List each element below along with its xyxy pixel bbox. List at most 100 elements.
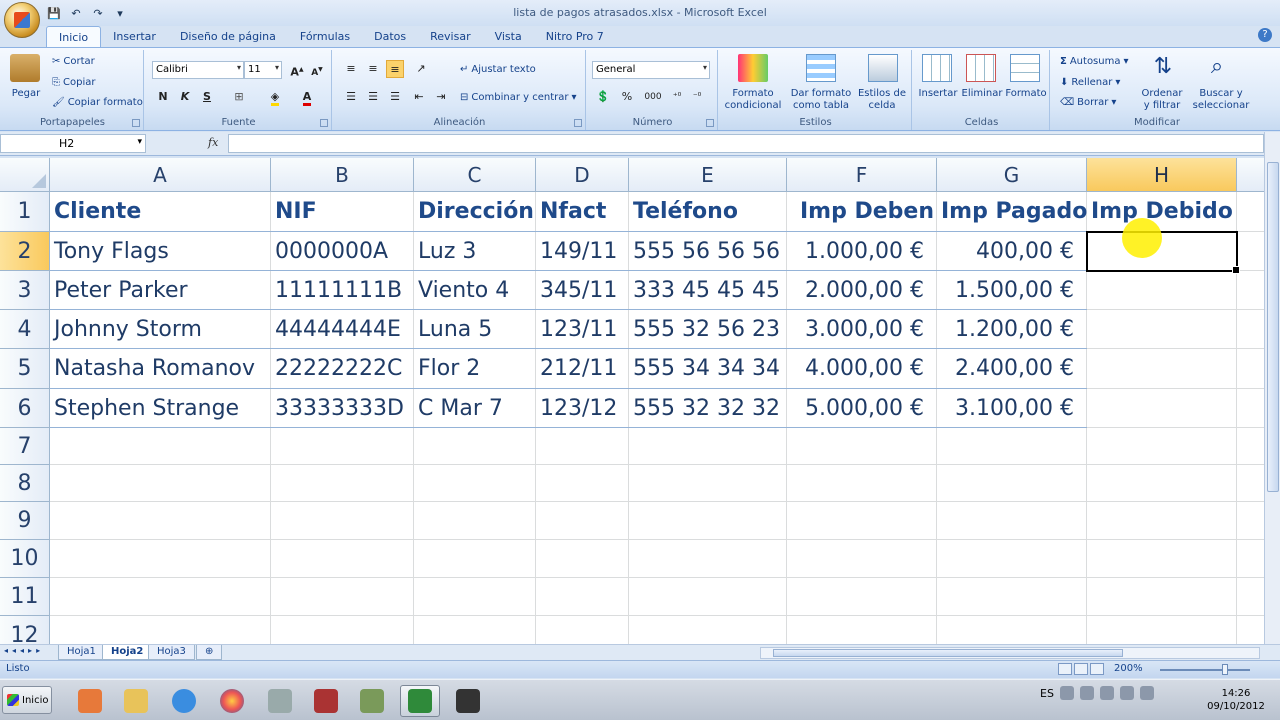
taskbar-app[interactable]	[352, 685, 392, 717]
format-cells-icon[interactable]	[1010, 54, 1040, 82]
column-header-g[interactable]: G	[937, 158, 1087, 192]
vertical-scroll-thumb[interactable]	[1267, 162, 1279, 492]
table-cell[interactable]	[50, 540, 271, 578]
merge-center-button[interactable]: ⊟ Combinar y centrar ▾	[460, 92, 577, 103]
table-header-cell[interactable]: Nfact	[536, 192, 629, 232]
row-header-12[interactable]: 12	[0, 616, 50, 644]
insert-function-icon[interactable]: fx	[208, 136, 218, 149]
clear-button[interactable]: ⌫ Borrar ▾	[1060, 97, 1116, 108]
table-cell[interactable]	[414, 502, 536, 540]
table-cell[interactable]: Luz 3	[414, 232, 536, 271]
table-cell[interactable]	[937, 578, 1087, 616]
currency-icon[interactable]: 💲	[594, 88, 612, 106]
format-painter-button[interactable]: 🖌 Copiar formato	[52, 97, 143, 108]
row-header-1[interactable]: 1	[0, 192, 50, 232]
tab-datos[interactable]: Datos	[362, 26, 418, 48]
grid-cell[interactable]	[1237, 502, 1264, 540]
table-cell[interactable]: Peter Parker	[50, 271, 271, 310]
insert-cells-button[interactable]: Insertar	[916, 88, 960, 100]
sheet-tab-hoja3[interactable]: Hoja3	[148, 645, 195, 660]
taskbar-firefox[interactable]	[212, 685, 252, 717]
table-cell[interactable]: 33333333D	[271, 389, 414, 428]
table-cell[interactable]: 1.200,00 €	[937, 310, 1087, 349]
shrink-font-icon[interactable]: A▼	[308, 61, 326, 79]
row-header-9[interactable]: 9	[0, 502, 50, 540]
table-cell[interactable]: Flor 2	[414, 349, 536, 389]
insert-cells-icon[interactable]	[922, 54, 952, 82]
tab-diseno-pagina[interactable]: Diseño de página	[168, 26, 288, 48]
table-cell[interactable]	[414, 465, 536, 502]
table-cell[interactable]	[50, 578, 271, 616]
table-header-cell[interactable]: Dirección	[414, 192, 536, 232]
decrease-indent-icon[interactable]: ⇤	[410, 88, 428, 106]
taskbar-media-app[interactable]	[70, 685, 110, 717]
row-header-6[interactable]: 6	[0, 389, 50, 428]
grow-font-icon[interactable]: A▲	[288, 61, 306, 79]
cell-styles-button[interactable]: Estilos de celda	[854, 88, 910, 112]
column-header-h[interactable]: H	[1087, 158, 1237, 192]
horizontal-scroll-thumb[interactable]	[773, 649, 1123, 657]
align-top-icon[interactable]: ≡	[342, 60, 360, 78]
table-cell[interactable]	[1087, 502, 1237, 540]
tab-insertar[interactable]: Insertar	[101, 26, 168, 48]
taskbar-excel[interactable]	[400, 685, 440, 717]
table-cell[interactable]	[1087, 428, 1237, 465]
table-cell[interactable]: 5.000,00 €	[787, 389, 937, 428]
table-cell[interactable]	[1087, 349, 1237, 389]
row-header-4[interactable]: 4	[0, 310, 50, 349]
table-header-cell[interactable]: Imp Debido	[1087, 192, 1237, 232]
number-format-combo[interactable]: General ▾	[592, 61, 710, 79]
tray-icon[interactable]	[1059, 686, 1074, 700]
row-header-10[interactable]: 10	[0, 540, 50, 578]
align-bottom-icon[interactable]: ≡	[386, 60, 404, 78]
wrap-text-button[interactable]: ↵ Ajustar texto	[460, 64, 536, 75]
taskbar-camera[interactable]	[448, 685, 488, 717]
language-indicator[interactable]: ES	[1040, 687, 1054, 700]
grid-cell[interactable]	[1237, 540, 1264, 578]
table-cell[interactable]	[271, 465, 414, 502]
row-header-11[interactable]: 11	[0, 578, 50, 616]
fill-button[interactable]: ⬇ Rellenar ▾	[1060, 77, 1120, 88]
table-cell[interactable]	[629, 578, 787, 616]
table-cell[interactable]	[414, 616, 536, 644]
table-cell[interactable]: Viento 4	[414, 271, 536, 310]
table-cell[interactable]: 555 56 56 56	[629, 232, 787, 271]
align-right-icon[interactable]: ☰	[386, 88, 404, 106]
grid-cell[interactable]	[1237, 616, 1264, 644]
table-cell[interactable]	[1087, 465, 1237, 502]
taskbar-ie[interactable]	[164, 685, 204, 717]
grid-cell[interactable]	[1237, 428, 1264, 465]
table-cell[interactable]	[937, 616, 1087, 644]
table-cell[interactable]	[787, 502, 937, 540]
tab-vista[interactable]: Vista	[483, 26, 534, 48]
dialog-launcher-icon[interactable]	[706, 119, 714, 127]
format-as-table-button[interactable]: Dar formato como tabla	[788, 88, 854, 112]
formula-input[interactable]	[228, 134, 1264, 153]
tray-icon[interactable]	[1079, 686, 1094, 700]
name-box[interactable]: H2 ▾	[0, 134, 146, 153]
table-header-cell[interactable]: Imp Pagado	[937, 192, 1087, 232]
table-cell[interactable]: 555 34 34 34	[629, 349, 787, 389]
table-cell[interactable]	[50, 428, 271, 465]
font-color-icon[interactable]: A	[298, 88, 316, 106]
page-layout-view-icon[interactable]	[1074, 663, 1088, 675]
format-as-table-icon[interactable]	[806, 54, 836, 82]
table-header-cell[interactable]: NIF	[271, 192, 414, 232]
cell-styles-icon[interactable]	[868, 54, 898, 82]
table-cell[interactable]: C Mar 7	[414, 389, 536, 428]
autosum-button[interactable]: Σ Autosuma ▾	[1060, 56, 1129, 67]
table-cell[interactable]	[414, 540, 536, 578]
table-cell[interactable]	[937, 465, 1087, 502]
table-cell[interactable]: 123/12	[536, 389, 629, 428]
fill-color-icon[interactable]: ◈	[266, 88, 284, 106]
align-left-icon[interactable]: ☰	[342, 88, 360, 106]
network-icon[interactable]	[1099, 686, 1114, 700]
sort-filter-icon[interactable]: ⇅	[1148, 54, 1178, 82]
start-button[interactable]: Inicio	[2, 686, 52, 714]
table-cell[interactable]	[1087, 578, 1237, 616]
tab-formulas[interactable]: Fórmulas	[288, 26, 362, 48]
tab-revisar[interactable]: Revisar	[418, 26, 482, 48]
thousands-button[interactable]: 000	[642, 88, 664, 106]
table-cell[interactable]	[787, 428, 937, 465]
increase-decimal-icon[interactable]: ⁺⁰	[668, 88, 686, 106]
